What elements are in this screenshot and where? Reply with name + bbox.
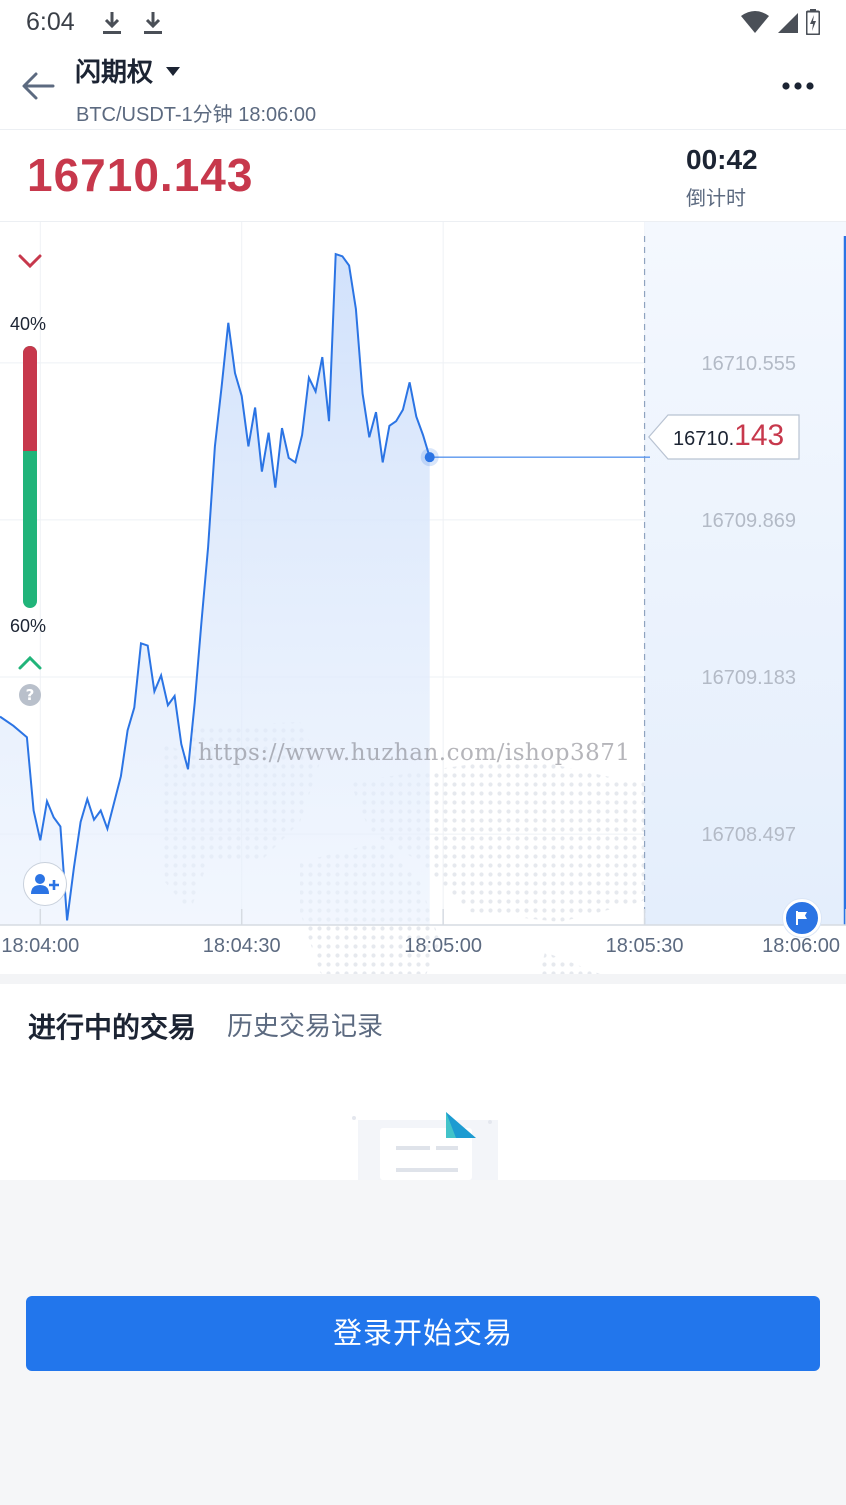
chevron-down-icon[interactable] <box>16 250 44 272</box>
download-icon <box>103 12 121 34</box>
page-title: 闪期权 <box>75 58 154 88</box>
trades-section: 进行中的交易 历史交易记录 <box>0 984 846 1180</box>
price-area <box>0 254 430 926</box>
empty-state-illustration <box>352 1112 498 1180</box>
product-selector[interactable]: 闪期权 <box>75 52 181 89</box>
page-subtitle: BTC/USDT-1分钟 18:06:00 <box>76 104 317 126</box>
status-bar: 6:04 <box>0 0 846 46</box>
flag-icon <box>796 911 807 925</box>
x-tick-label: 18:04:00 <box>1 935 79 957</box>
download-icon <box>144 12 162 34</box>
countdown-value: 00:42 <box>686 144 758 175</box>
watermark: https://www.huzhan.com/ishop3871 <box>198 740 631 766</box>
ratio-bar <box>23 346 37 608</box>
tab-trade-history[interactable]: 历史交易记录 <box>227 1006 383 1043</box>
current-price: 16710.143 <box>27 149 254 201</box>
down-percentage: 40% <box>10 314 47 334</box>
ratio-bar-down-segment <box>23 346 37 451</box>
price-row: 16710.143 00:42 倒计时 <box>0 130 846 222</box>
expiry-shaded-region <box>644 222 846 925</box>
current-price-tag: 16710.143 <box>648 414 800 460</box>
x-tick-label: 18:05:00 <box>404 935 482 957</box>
battery-icon <box>806 9 820 35</box>
signal-icon <box>778 13 798 33</box>
back-button[interactable] <box>18 66 58 106</box>
wifi-icon <box>741 11 769 33</box>
add-user-icon <box>31 874 59 894</box>
tab-active-trades[interactable]: 进行中的交易 <box>28 1006 196 1046</box>
y-tick-label: 16709.183 <box>701 667 796 689</box>
more-dots-icon <box>782 82 814 90</box>
status-time: 6:04 <box>26 8 75 36</box>
more-button[interactable] <box>780 74 816 98</box>
status-icons <box>740 9 820 35</box>
login-start-trading-button[interactable]: 登录开始交易 <box>26 1296 820 1371</box>
x-tick-label: 18:05:30 <box>606 935 684 957</box>
price-tag-integer: 16710. <box>673 428 735 450</box>
current-price-dot <box>424 452 435 463</box>
add-user-button[interactable] <box>23 862 67 906</box>
price-tag-decimal: 143 <box>734 419 785 452</box>
help-icon[interactable]: ? <box>19 684 41 706</box>
up-percentage: 60% <box>10 616 47 636</box>
countdown-label: 倒计时 <box>686 186 746 210</box>
y-tick-label: 16709.869 <box>701 510 796 532</box>
section-gap <box>0 974 846 984</box>
app-header: 闪期权 BTC/USDT-1分钟 18:06:00 <box>0 46 846 130</box>
x-tick-label: 18:04:30 <box>203 935 281 957</box>
caret-down-icon <box>166 66 181 76</box>
price-chart[interactable]: 16710.555 16709.869 16709.183 16708.497 18:… <box>0 222 846 974</box>
y-tick-label: 16708.497 <box>701 824 796 846</box>
settlement-flag-button[interactable] <box>783 899 821 937</box>
back-arrow-icon <box>22 72 55 100</box>
chevron-up-icon[interactable] <box>16 652 44 674</box>
price-tag-text: 16710.143 <box>673 419 784 453</box>
chart-canvas: 16710.555 16709.869 16709.183 16708.497 18:… <box>0 222 846 974</box>
x-tick-label: 18:06:00 <box>762 935 840 957</box>
y-tick-label: 16710.555 <box>701 353 796 375</box>
